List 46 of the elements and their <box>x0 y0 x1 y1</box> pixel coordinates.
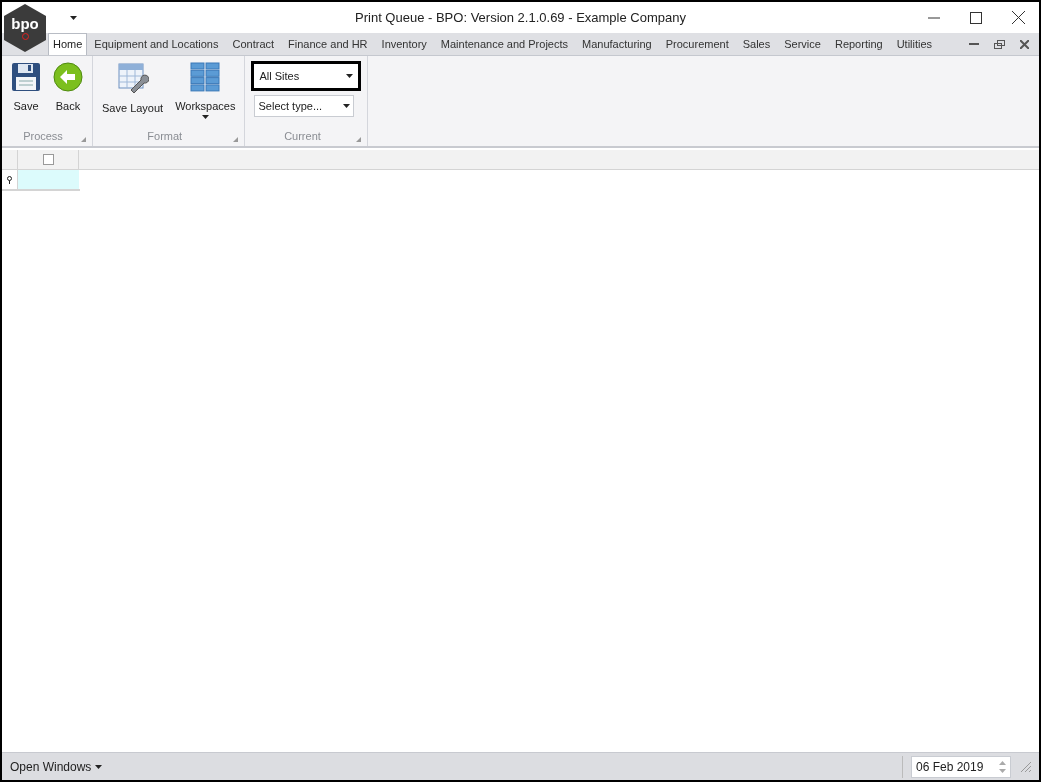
ribbon-tab[interactable]: Service <box>777 33 828 55</box>
close-icon[interactable] <box>1020 39 1029 49</box>
dropdown-field[interactable]: Select type... <box>254 95 355 117</box>
ribbon-tab[interactable]: Inventory <box>374 33 434 55</box>
caret-icon <box>346 74 354 78</box>
group-label: Process <box>23 128 63 144</box>
dialog-launcher-icon[interactable] <box>81 137 86 142</box>
resize-grip-icon[interactable] <box>1021 761 1031 772</box>
restore-icon[interactable] <box>994 39 1005 49</box>
filter-row-cell[interactable] <box>18 170 79 189</box>
ribbon-tab[interactable]: Reporting <box>827 33 890 55</box>
filter-pin-icon <box>7 175 12 184</box>
grid-tiles-icon <box>190 62 221 92</box>
ribbon-minimize-icon[interactable] <box>969 42 979 46</box>
caret-icon <box>95 764 103 769</box>
ribbon-tab[interactable]: Sales <box>735 33 778 55</box>
app-logo[interactable]: bpo <box>4 4 46 52</box>
logo-text: bpo <box>11 16 39 31</box>
table-wrench-icon <box>116 62 149 94</box>
ribbon-tab[interactable]: Finance and HR <box>281 33 375 55</box>
ribbon-tab[interactable]: Contract <box>225 33 282 55</box>
ribbon-tab[interactable]: Manufacturing <box>575 33 659 55</box>
maximize-icon[interactable] <box>970 11 982 24</box>
ribbon-tab[interactable]: Utilities <box>889 33 940 55</box>
close-icon[interactable] <box>1012 11 1025 24</box>
ribbon-button[interactable]: Save Layout <box>99 60 167 117</box>
window-title: Print Queue - BPO: Version 2.1.0.69 - Example Company <box>355 8 686 27</box>
date-field[interactable]: 06 Feb 2019 <box>911 755 1011 778</box>
group-label: Format <box>147 128 183 144</box>
group-label: Current <box>284 128 321 144</box>
dropdown-field[interactable]: All Sites <box>251 61 362 91</box>
dialog-launcher-icon[interactable] <box>233 137 239 142</box>
caret-icon <box>343 104 351 108</box>
ribbon-button[interactable]: Save <box>8 60 44 115</box>
ribbon-tab[interactable]: Equipment and Locations <box>87 33 226 55</box>
ribbon-button[interactable]: Back <box>50 60 86 115</box>
ribbon-tab[interactable]: Maintenance and Projects <box>433 33 575 55</box>
ribbon-tab[interactable]: Home <box>48 33 88 55</box>
quick-access-caret-icon <box>70 15 77 20</box>
open-windows-menu[interactable]: Open Windows <box>10 757 103 776</box>
spinner-icon[interactable] <box>999 759 1006 774</box>
ribbon-button[interactable]: Workspaces <box>172 60 239 119</box>
ribbon-tab[interactable]: Procurement <box>658 33 736 55</box>
header-checkbox[interactable] <box>42 154 54 165</box>
caret-icon <box>201 114 209 119</box>
dialog-launcher-icon[interactable] <box>356 137 362 142</box>
